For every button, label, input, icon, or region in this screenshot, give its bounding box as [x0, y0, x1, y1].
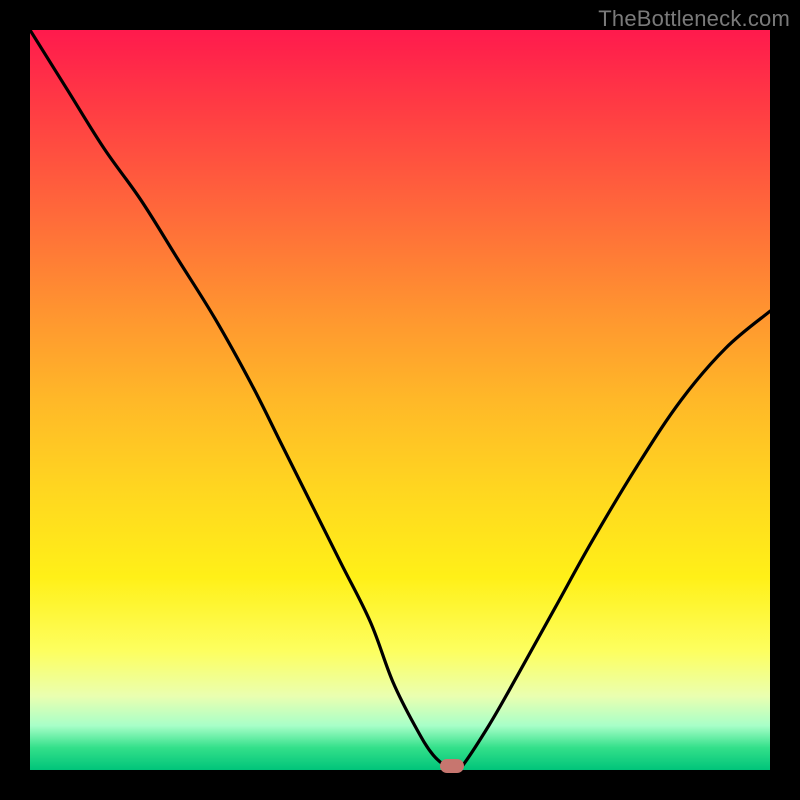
chart-stage: TheBottleneck.com: [0, 0, 800, 800]
optimal-marker: [440, 759, 464, 773]
plot-area: [30, 30, 770, 770]
curve-svg: [30, 30, 770, 770]
bottleneck-curve: [30, 30, 770, 770]
watermark-text: TheBottleneck.com: [598, 6, 790, 32]
